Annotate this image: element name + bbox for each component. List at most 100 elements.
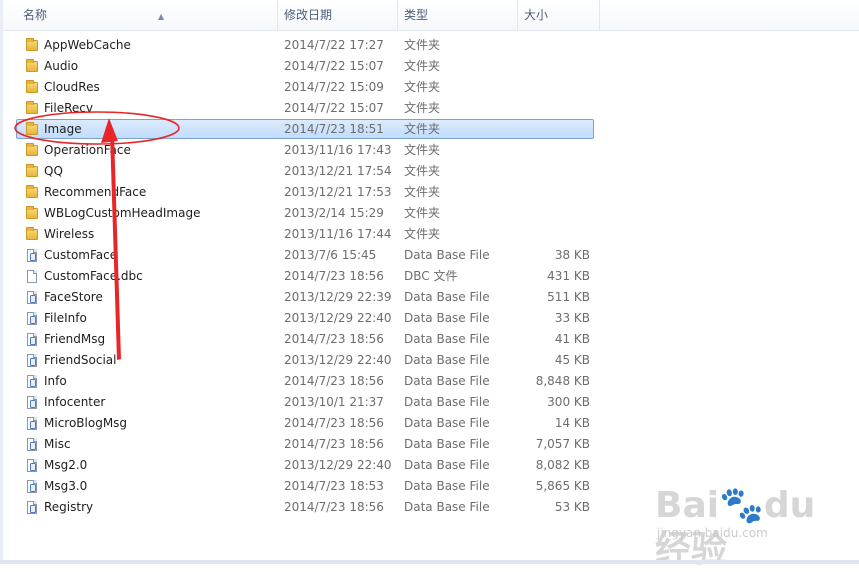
folder-row[interactable]: RecommendFace 2013/12/21 17:53 文件夹 — [0, 182, 859, 203]
row-size: 300 KB — [547, 395, 590, 409]
row-type: 文件夹 — [404, 206, 441, 220]
row-size: 511 KB — [547, 290, 590, 304]
row-type: 文件夹 — [404, 59, 441, 73]
folder-row[interactable]: WBLogCustomHeadImage 2013/2/14 15:29 文件夹 — [0, 203, 859, 224]
row-modified-date: 2014/7/23 18:56 — [284, 500, 384, 514]
row-modified-date: 2014/7/22 15:09 — [284, 80, 384, 94]
folder-icon — [24, 164, 40, 180]
folder-icon — [24, 80, 40, 96]
file-row[interactable]: Info 2014/7/23 18:56 Data Base File 8,84… — [0, 371, 859, 392]
database-file-icon — [24, 290, 40, 306]
row-modified-date: 2013/11/16 17:43 — [284, 143, 392, 157]
row-size: 7,057 KB — [535, 437, 590, 451]
row-type: Data Base File — [404, 479, 490, 493]
folder-icon — [24, 38, 40, 54]
row-size — [520, 119, 590, 140]
file-row[interactable]: FileInfo 2013/12/29 22:40 Data Base File… — [0, 308, 859, 329]
row-name: FileRecv — [44, 101, 93, 115]
row-size: 38 KB — [554, 248, 590, 262]
row-name: Wireless — [44, 227, 95, 241]
row-modified-date: 2013/12/29 22:40 — [284, 311, 392, 325]
row-type: 文件夹 — [404, 38, 441, 52]
row-modified-date: 2013/12/21 17:53 — [284, 185, 392, 199]
row-modified-date: 2013/10/1 21:37 — [284, 395, 384, 409]
row-modified-date: 2013/7/6 15:45 — [284, 248, 377, 262]
file-row[interactable]: CustomFace.dbc 2014/7/23 18:56 DBC 文件 43… — [0, 266, 859, 287]
folder-icon — [24, 59, 40, 75]
folder-row[interactable]: CloudRes 2014/7/22 15:09 文件夹 — [0, 77, 859, 98]
row-type: 文件夹 — [404, 185, 441, 199]
folder-row[interactable]: QQ 2013/12/21 17:54 文件夹 — [0, 161, 859, 182]
row-name: OperationFace — [44, 143, 131, 157]
file-row[interactable]: CustomFace 2013/7/6 15:45 Data Base File… — [0, 245, 859, 266]
folder-row[interactable]: Audio 2014/7/22 15:07 文件夹 — [0, 56, 859, 77]
row-name: FaceStore — [44, 290, 103, 304]
baidu-jingyan-watermark: Bai🐾du 经验 jingyan.baidu.com — [655, 484, 855, 570]
folder-row[interactable]: Image 2014/7/23 18:51 文件夹 — [0, 119, 859, 140]
row-type: Data Base File — [404, 437, 490, 451]
column-header-name[interactable]: 名称 ▲ — [17, 0, 279, 30]
row-size — [520, 56, 590, 77]
file-icon — [24, 269, 40, 285]
column-header-bar: 名称 ▲ 修改日期 类型 大小 — [3, 0, 859, 31]
row-type: Data Base File — [404, 500, 490, 514]
row-modified-date: 2014/7/22 15:07 — [284, 101, 384, 115]
row-modified-date: 2013/12/21 17:54 — [284, 164, 392, 178]
watermark-url: jingyan.baidu.com — [657, 526, 768, 540]
row-size — [520, 161, 590, 182]
row-size: 431 KB — [547, 269, 590, 283]
file-row[interactable]: FaceStore 2013/12/29 22:39 Data Base Fil… — [0, 287, 859, 308]
folder-icon — [24, 101, 40, 117]
column-header-type[interactable]: 类型 — [397, 0, 517, 30]
folder-row[interactable]: Wireless 2013/11/16 17:44 文件夹 — [0, 224, 859, 245]
file-row[interactable]: MicroBlogMsg 2014/7/23 18:56 Data Base F… — [0, 413, 859, 434]
row-modified-date: 2013/12/29 22:40 — [284, 353, 392, 367]
window-bottom-border — [0, 560, 859, 564]
column-header-type-label: 类型 — [404, 8, 429, 22]
row-size — [520, 35, 590, 56]
row-size — [520, 77, 590, 98]
folder-row[interactable]: AppWebCache 2014/7/22 17:27 文件夹 — [0, 35, 859, 56]
file-row[interactable]: FriendMsg 2014/7/23 18:56 Data Base File… — [0, 329, 859, 350]
row-name: MicroBlogMsg — [44, 416, 128, 430]
row-modified-date: 2014/7/22 15:07 — [284, 59, 384, 73]
database-file-icon — [24, 395, 40, 411]
row-modified-date: 2014/7/23 18:56 — [284, 332, 384, 346]
file-row[interactable]: Infocenter 2013/10/1 21:37 Data Base Fil… — [0, 392, 859, 413]
sort-ascending-icon: ▲ — [158, 12, 165, 21]
row-name: Audio — [44, 59, 79, 73]
file-row[interactable]: Misc 2014/7/23 18:56 Data Base File 7,05… — [0, 434, 859, 455]
row-name: Registry — [44, 500, 94, 514]
column-header-date[interactable]: 修改日期 — [277, 0, 397, 30]
database-file-icon — [24, 374, 40, 390]
row-size — [520, 203, 590, 224]
row-size — [520, 182, 590, 203]
folder-row[interactable]: OperationFace 2013/11/16 17:43 文件夹 — [0, 140, 859, 161]
row-type: 文件夹 — [404, 122, 441, 136]
row-size: 45 KB — [554, 353, 590, 367]
file-row[interactable]: FriendSocial 2013/12/29 22:40 Data Base … — [0, 350, 859, 371]
row-type: 文件夹 — [404, 80, 441, 94]
row-type: Data Base File — [404, 374, 490, 388]
column-header-size[interactable]: 大小 — [517, 0, 599, 30]
row-name: CloudRes — [44, 80, 100, 94]
file-list: AppWebCache 2014/7/22 17:27 文件夹 Audio 20… — [0, 35, 859, 518]
row-name: FriendMsg — [44, 332, 106, 346]
row-type: Data Base File — [404, 458, 490, 472]
row-name: Msg2.0 — [44, 458, 88, 472]
column-header-name-label: 名称 — [23, 8, 48, 22]
row-size — [520, 224, 590, 245]
row-modified-date: 2014/7/22 17:27 — [284, 38, 384, 52]
row-modified-date: 2014/7/23 18:56 — [284, 416, 384, 430]
folder-row[interactable]: FileRecv 2014/7/22 15:07 文件夹 — [0, 98, 859, 119]
file-row[interactable]: Msg2.0 2013/12/29 22:40 Data Base File 8… — [0, 455, 859, 476]
row-size: 5,865 KB — [535, 479, 590, 493]
folder-icon — [24, 227, 40, 243]
row-size: 53 KB — [554, 500, 590, 514]
row-type: Data Base File — [404, 332, 490, 346]
row-name: RecommendFace — [44, 185, 147, 199]
row-type: Data Base File — [404, 395, 490, 409]
row-name: WBLogCustomHeadImage — [44, 206, 201, 220]
row-type: Data Base File — [404, 353, 490, 367]
database-file-icon — [24, 416, 40, 432]
